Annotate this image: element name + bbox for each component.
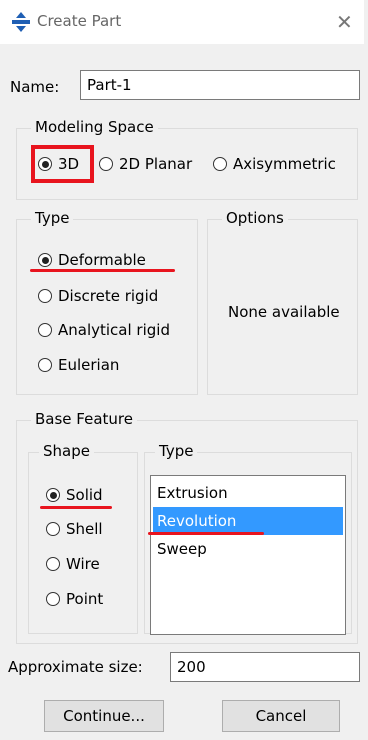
modeling-space-legend: Modeling Space	[31, 118, 158, 136]
radio-indicator	[46, 488, 60, 502]
approx-size-label: Approximate size:	[8, 658, 143, 676]
list-item-sweep[interactable]: Sweep	[153, 535, 343, 563]
radio-indicator	[46, 592, 60, 606]
radio-deformable[interactable]: Deformable	[38, 251, 146, 269]
underline-deformable	[30, 269, 175, 272]
type-legend: Type	[31, 209, 74, 227]
radio-indicator	[38, 253, 52, 267]
cancel-button[interactable]: Cancel	[222, 700, 340, 732]
feature-type-list[interactable]: Extrusion Revolution Sweep	[150, 475, 346, 635]
create-part-dialog: Create Part ✕ Name: Modeling Space 3D 2D…	[0, 0, 368, 740]
title-bar: Create Part ✕	[0, 0, 364, 44]
options-legend: Options	[222, 209, 288, 227]
radio-shell[interactable]: Shell	[46, 520, 103, 538]
options-none-available: None available	[228, 303, 340, 321]
radio-axisymmetric[interactable]: Axisymmetric	[213, 155, 336, 173]
radio-indicator	[99, 157, 113, 171]
shape-legend: Shape	[39, 442, 94, 460]
list-item-extrusion[interactable]: Extrusion	[153, 479, 343, 507]
radio-2d-planar[interactable]: 2D Planar	[99, 155, 192, 173]
underline-solid	[40, 506, 112, 509]
radio-indicator	[213, 157, 227, 171]
window-title: Create Part	[37, 12, 122, 30]
radio-discrete-rigid[interactable]: Discrete rigid	[38, 287, 158, 305]
base-feature-legend: Base Feature	[31, 410, 137, 428]
radio-indicator	[38, 289, 52, 303]
list-item-revolution[interactable]: Revolution	[153, 507, 343, 535]
radio-indicator	[46, 557, 60, 571]
radio-indicator	[38, 323, 52, 337]
feature-type-legend: Type	[155, 442, 198, 460]
underline-revolution	[148, 532, 264, 535]
name-field[interactable]	[80, 70, 360, 100]
approx-size-field[interactable]	[170, 652, 360, 682]
close-icon[interactable]: ✕	[336, 10, 353, 34]
create-part-icon	[12, 12, 30, 32]
continue-button[interactable]: Continue...	[44, 700, 164, 732]
radio-indicator	[38, 358, 52, 372]
radio-eulerian[interactable]: Eulerian	[38, 356, 119, 374]
radio-wire[interactable]: Wire	[46, 555, 100, 573]
radio-analytical-rigid[interactable]: Analytical rigid	[38, 321, 170, 339]
radio-point[interactable]: Point	[46, 590, 103, 608]
radio-solid[interactable]: Solid	[46, 486, 103, 504]
radio-indicator	[46, 522, 60, 536]
name-label: Name:	[10, 78, 60, 96]
highlight-box-3d	[31, 145, 94, 183]
